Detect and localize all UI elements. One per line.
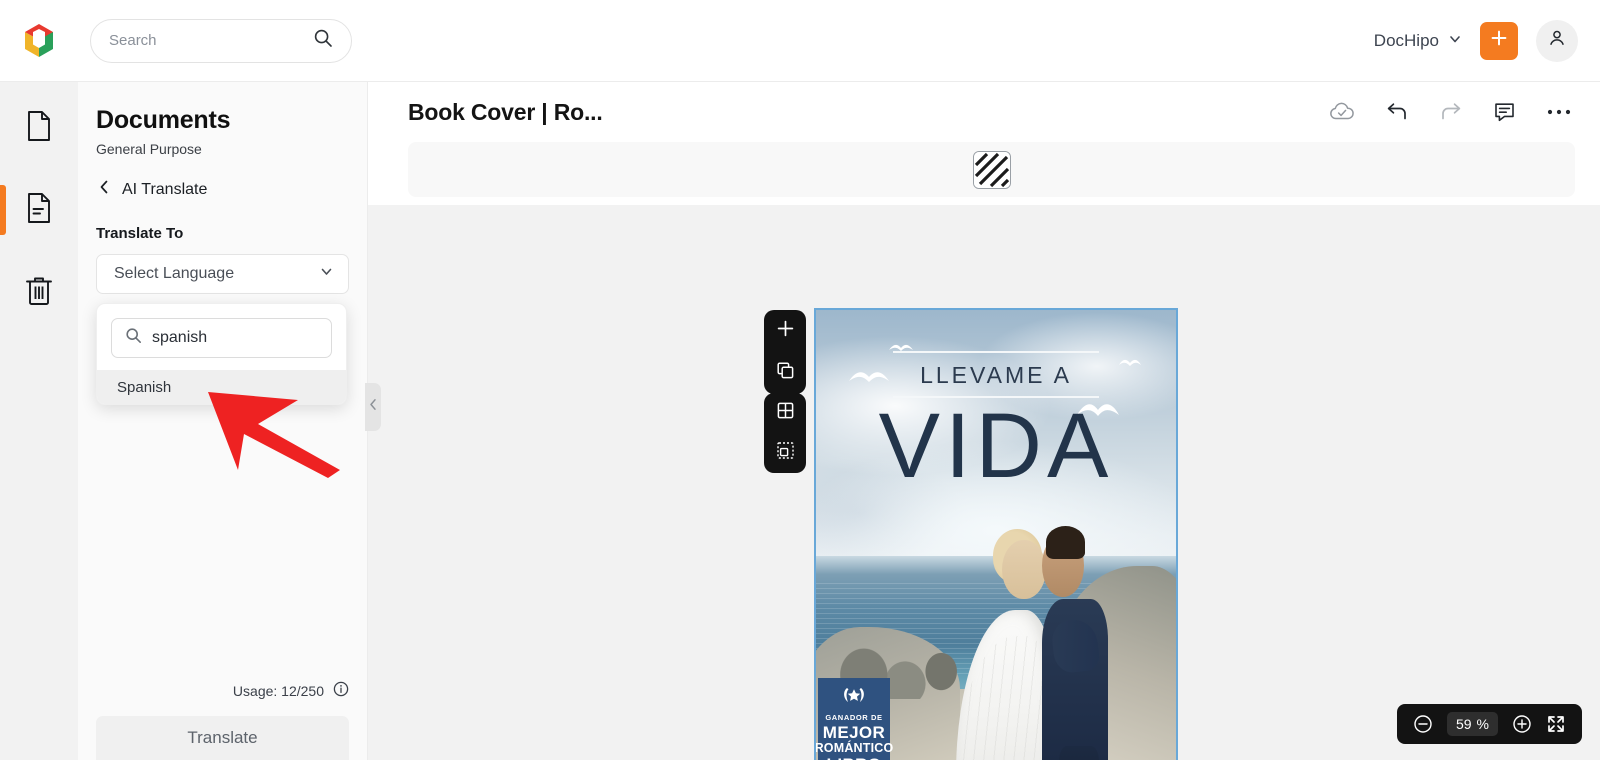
badge-line-2: MEJOR [822, 723, 886, 742]
couple-photo-subject [953, 526, 1119, 760]
account-button[interactable] [1536, 19, 1578, 62]
dochipo-logo [19, 21, 59, 61]
global-search[interactable] [90, 18, 352, 63]
zoom-in-icon[interactable] [1512, 714, 1532, 734]
cover-title-block: LLEVAME A VIDA [816, 350, 1176, 497]
language-select[interactable]: Select Language [96, 254, 349, 294]
undo-icon[interactable] [1385, 101, 1409, 123]
badge-line-4: LIBRO [827, 755, 882, 760]
icon-rail [0, 82, 78, 760]
chevron-left-icon [98, 179, 110, 200]
format-toolbar [408, 142, 1575, 197]
left-panel: Documents General Purpose AI Translate T… [78, 82, 368, 760]
top-bar: DocHipo [0, 0, 1600, 82]
groom-suit [1042, 599, 1109, 760]
document-header: Book Cover | Ro... [368, 82, 1600, 142]
language-search-field[interactable] [111, 318, 346, 358]
info-icon[interactable] [333, 681, 349, 700]
cover-title-line1: LLEVAME A [920, 361, 1072, 388]
groom-leg [1058, 746, 1099, 760]
workspace-selector[interactable]: DocHipo [1374, 31, 1462, 51]
book-cover-canvas[interactable]: LLEVAME A VIDA GANADOR DE MEJOR ROMÁNTIC… [814, 308, 1178, 760]
diagonal-stripes-pattern-icon[interactable] [972, 150, 1011, 189]
user-icon [1547, 28, 1567, 53]
language-search-input[interactable] [152, 329, 346, 347]
chevron-down-icon [319, 264, 334, 284]
sidebar-item-trash[interactable] [0, 264, 78, 320]
zoom-unit: % [1476, 716, 1489, 732]
laurel-star-icon [841, 685, 867, 709]
grid-icon [776, 401, 795, 425]
plus-icon [1489, 28, 1509, 53]
page-tools-primary [764, 310, 806, 394]
create-new-button[interactable] [1480, 21, 1518, 60]
crop-select-button[interactable] [770, 437, 800, 469]
language-dropdown: Spanish [96, 303, 347, 405]
panel-subtitle: General Purpose [96, 141, 202, 157]
usage-text: Usage: 12/250 [232, 682, 324, 699]
redo-icon[interactable] [1439, 101, 1463, 123]
zoom-control: 59 % [1396, 704, 1582, 744]
cover-title-line2: VIDA [878, 394, 1114, 497]
search-input[interactable] [109, 32, 313, 49]
zoom-value-box[interactable]: 59 % [1446, 712, 1498, 736]
page-tools-secondary [764, 393, 806, 473]
app-root: DocHipo [0, 0, 1600, 760]
language-select-value: Select Language [114, 265, 235, 282]
page-title: Documents [96, 106, 231, 134]
zoom-out-icon[interactable] [1413, 714, 1433, 734]
top-bar-right: DocHipo [1374, 19, 1600, 62]
cloud-saved-icon[interactable] [1329, 102, 1355, 122]
bride-head [1002, 539, 1046, 600]
canvas-area[interactable]: LLEVAME A VIDA GANADOR DE MEJOR ROMÁNTIC… [368, 205, 1600, 760]
more-options-icon[interactable] [1546, 108, 1572, 116]
badge-line-1: GANADOR DE [825, 713, 883, 722]
chevron-down-icon [1448, 31, 1462, 51]
award-badge: GANADOR DE MEJOR ROMÁNTICO LIBRO DEL AÑO [816, 678, 893, 760]
language-option-spanish[interactable]: Spanish [97, 370, 346, 404]
duplicate-page-button[interactable] [770, 357, 800, 389]
plus-icon [776, 319, 795, 343]
translate-button[interactable]: Translate [96, 716, 349, 760]
sidebar-item-my-documents[interactable] [0, 182, 78, 238]
search-icon [125, 327, 142, 349]
badge-line-3: ROMÁNTICO [814, 740, 894, 755]
zoom-value: 59 [1455, 716, 1472, 732]
panel-collapse-handle[interactable] [365, 383, 381, 431]
document-lines-icon [25, 192, 53, 229]
chevron-left-icon [369, 398, 378, 416]
ai-translate-label: AI Translate [122, 180, 208, 198]
marquee-select-icon [776, 441, 795, 465]
add-page-button[interactable] [770, 315, 800, 347]
grid-view-button[interactable] [770, 397, 800, 429]
sidebar-item-documents[interactable] [0, 100, 78, 156]
search-icon [313, 28, 333, 53]
copy-icon [776, 361, 795, 385]
document-toolbar [1329, 101, 1572, 123]
translate-to-label: Translate To [96, 225, 184, 242]
logo-container[interactable] [0, 21, 78, 61]
groom-arm [1050, 617, 1101, 674]
blank-document-icon [25, 110, 53, 147]
editor-main: Book Cover | Ro... LLEVAME A VIDA GANADO… [368, 82, 1600, 760]
document-title: Book Cover | Ro... [408, 98, 603, 125]
trash-icon [24, 274, 54, 311]
groom-hair [1045, 526, 1086, 559]
ai-translate-back[interactable]: AI Translate [78, 157, 367, 200]
fullscreen-icon[interactable] [1546, 714, 1566, 734]
comment-icon[interactable] [1493, 101, 1516, 123]
usage-indicator: Usage: 12/250 [233, 681, 349, 700]
workspace-label: DocHipo [1373, 30, 1439, 50]
